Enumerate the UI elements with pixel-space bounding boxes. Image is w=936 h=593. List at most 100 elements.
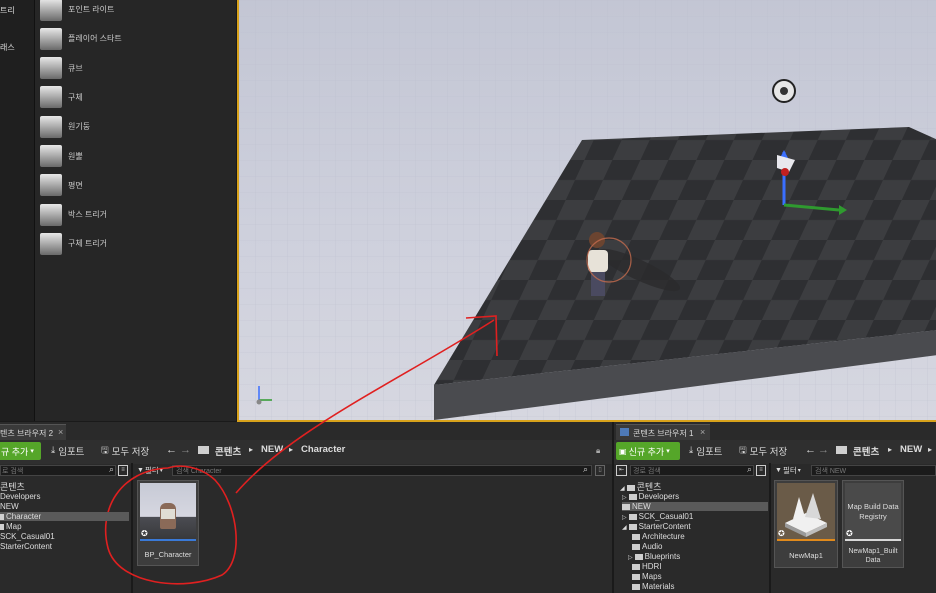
cb1-tree-item[interactable]: HDRI xyxy=(632,562,662,571)
cb1-path-1[interactable]: NEW xyxy=(900,444,922,455)
cb2-tree-item[interactable]: Map xyxy=(0,522,22,531)
cb2-save-all-label: 모두 저장 xyxy=(111,446,150,458)
builtdata-thumbnail: Map Build Data Registry ✪ xyxy=(845,483,901,541)
cb1-sources-toggle-icon[interactable]: ⇤ xyxy=(616,465,627,476)
player-start-icon xyxy=(40,27,62,50)
cb2-folder-search-input[interactable]: 로 검색 ⌕ xyxy=(0,464,116,476)
bp-character-thumbnail: ✪ xyxy=(140,483,196,541)
newmap1-label: NewMap1 xyxy=(789,551,823,560)
cb2-divider[interactable] xyxy=(131,463,133,593)
cb1-tree-item[interactable]: ▷ SCK_Casual01 xyxy=(622,512,693,521)
point-light-icon xyxy=(40,0,62,21)
asset-tile-newmap1[interactable]: ✪ NewMap1 xyxy=(774,480,838,568)
place-actor-item[interactable]: 원뿔 xyxy=(36,142,236,171)
lock-icon[interactable]: 🔒︎ xyxy=(596,446,600,456)
place-actor-item[interactable]: 박스 트리거 xyxy=(36,200,236,229)
cb2-tree-item[interactable]: SCK_Casual01 xyxy=(0,532,55,541)
expand-arrow-icon[interactable]: ▷ xyxy=(628,555,633,561)
cb1-divider[interactable] xyxy=(769,463,771,593)
cb1-tree-item[interactable]: ▷ Developers xyxy=(622,492,679,501)
cb1-back-icon[interactable]: ← xyxy=(805,444,816,456)
cb1-tree-label: Blueprints xyxy=(644,552,681,561)
place-actors-panel: 트리 래스 포인트 라이트 플레이어 스타트 큐브 구체원기둥원뿔 평면 박스 트리거 구체… xyxy=(0,0,236,421)
cb1-folder-search-input[interactable]: 경로 검색 ⌕ xyxy=(630,464,754,476)
import-icon: ⤓ xyxy=(689,445,694,456)
cb1-tree-item[interactable]: Materials xyxy=(632,582,674,591)
expand-arrow-icon[interactable]: ◢ xyxy=(622,525,627,531)
cb1-tree-item[interactable]: Maps xyxy=(632,572,662,581)
cb1-tree-label: Audio xyxy=(642,542,663,551)
folder-icon xyxy=(632,543,640,550)
cb2-back-icon[interactable]: ← xyxy=(166,444,177,456)
cb2-tree-label: 콘텐츠 xyxy=(0,482,25,492)
cb2-tab[interactable]: 텐츠 브라우저 2 × xyxy=(0,424,66,440)
cb2-asset-options-icon[interactable]: ▯ xyxy=(595,465,605,476)
folder-icon xyxy=(634,553,643,560)
cb2-tree-item[interactable]: NEW xyxy=(0,502,19,511)
cone-icon xyxy=(40,145,62,167)
cb1-tree-item[interactable]: ▷ Blueprints xyxy=(628,552,680,561)
place-actor-item[interactable]: 구체 트리거 xyxy=(36,229,236,258)
cb1-tree-label: Architecture xyxy=(642,532,685,541)
bp-character-label: BP_Character xyxy=(144,550,192,559)
cb1-path-0[interactable]: 콘텐츠 xyxy=(853,444,879,458)
cb2-tree-item[interactable]: StarterContent xyxy=(0,542,52,551)
category-recent[interactable]: 트리 xyxy=(0,5,15,16)
cb1-folder-icon xyxy=(836,446,847,454)
cb2-tree-item[interactable]: Developers xyxy=(0,492,40,501)
cb1-add-new-label: 신규 추가 xyxy=(628,446,665,457)
expand-arrow-icon[interactable]: ▷ xyxy=(622,495,627,501)
place-actor-item[interactable]: 플레이어 스타트 xyxy=(36,24,236,53)
content-browser-icon xyxy=(620,428,629,436)
place-actor-item[interactable]: 평면 xyxy=(36,171,236,200)
cb2-tab-close-icon[interactable]: × xyxy=(58,427,63,437)
cb1-tab[interactable]: 콘텐츠 브라우저 1 × xyxy=(616,424,710,440)
asset-tile-bp-character[interactable]: ✪ BP_Character xyxy=(137,480,199,566)
cb2-filters-label: 필터 xyxy=(144,466,159,475)
cb1-tree-item[interactable]: Architecture xyxy=(632,532,685,541)
place-actor-item[interactable]: 포인트 라이트 xyxy=(36,0,236,24)
place-actor-item[interactable]: 원기둥 xyxy=(36,112,236,141)
cb2-path-1[interactable]: NEW xyxy=(261,444,283,455)
cb2-path-2[interactable]: Character xyxy=(301,444,345,455)
cb1-tab-close-icon[interactable]: × xyxy=(700,427,705,437)
level-viewport[interactable] xyxy=(237,0,936,422)
cb2-tree-item[interactable]: Character xyxy=(0,512,129,521)
cb1-tree-item[interactable]: NEW xyxy=(622,502,768,511)
cb1-forward-icon[interactable]: → xyxy=(818,444,829,456)
cb1-tree-label: HDRI xyxy=(642,562,662,571)
category-classes[interactable]: 래스 xyxy=(0,42,15,53)
favorite-star-icon[interactable]: ✪ xyxy=(141,529,148,538)
favorite-star-icon[interactable]: ✪ xyxy=(846,529,853,538)
cb2-path-0[interactable]: 콘텐츠 xyxy=(215,444,241,458)
cb1-view-options-icon[interactable]: ≡ xyxy=(756,465,766,476)
cb1-save-all-button[interactable]: 🖫 모두 저장 xyxy=(739,441,787,460)
cb1-tree-item[interactable]: ◢ StarterContent xyxy=(622,522,691,531)
cb1-tree-item[interactable]: Audio xyxy=(632,542,662,551)
cb2-asset-search-input[interactable]: 검색 Character ⌕ xyxy=(172,464,592,476)
cb2-add-new-button[interactable]: 규 추가 ▾ xyxy=(0,442,41,460)
place-actor-item[interactable]: 구체 xyxy=(36,83,236,112)
place-actor-item[interactable]: 큐브 xyxy=(36,54,236,83)
place-actor-label: 원기둥 xyxy=(68,122,91,132)
expand-arrow-icon[interactable]: ▷ xyxy=(622,515,627,521)
cb2-filters-button[interactable]: ▼ 필터 ▾ xyxy=(137,465,169,476)
cb2-tree-label: Developers xyxy=(0,492,41,501)
cube-icon xyxy=(40,57,62,80)
cb2-import-label: 임포트 xyxy=(58,446,85,458)
cb1-folder-search-placeholder: 경로 검색 xyxy=(633,468,661,475)
cb1-filters-button[interactable]: ▼ 필터 ▾ xyxy=(775,465,809,476)
cb2-add-new-label: 규 추가 xyxy=(1,446,29,457)
cb2-forward-icon[interactable]: → xyxy=(180,444,191,456)
cb1-filters-label: 필터 xyxy=(782,466,797,475)
folder-icon xyxy=(632,533,640,540)
asset-tile-newmap1-builtdata[interactable]: Map Build Data Registry ✪ NewMap1_Built … xyxy=(842,480,904,568)
cb1-add-new-button[interactable]: ▣ 신규 추가 ▾ xyxy=(616,442,680,460)
cb1-asset-search-input[interactable]: 검색 NEW xyxy=(811,465,936,476)
cb2-save-all-button[interactable]: 🖫 모두 저장 xyxy=(101,441,149,460)
favorite-star-icon[interactable]: ✪ xyxy=(778,529,785,538)
cb2-tree-label: NEW xyxy=(0,502,19,511)
cb2-view-options-icon[interactable]: ≡ xyxy=(118,465,128,476)
cb2-import-button[interactable]: ⤓ 임포트 xyxy=(51,441,84,460)
cb1-import-button[interactable]: ⤓ 임포트 xyxy=(689,441,722,460)
